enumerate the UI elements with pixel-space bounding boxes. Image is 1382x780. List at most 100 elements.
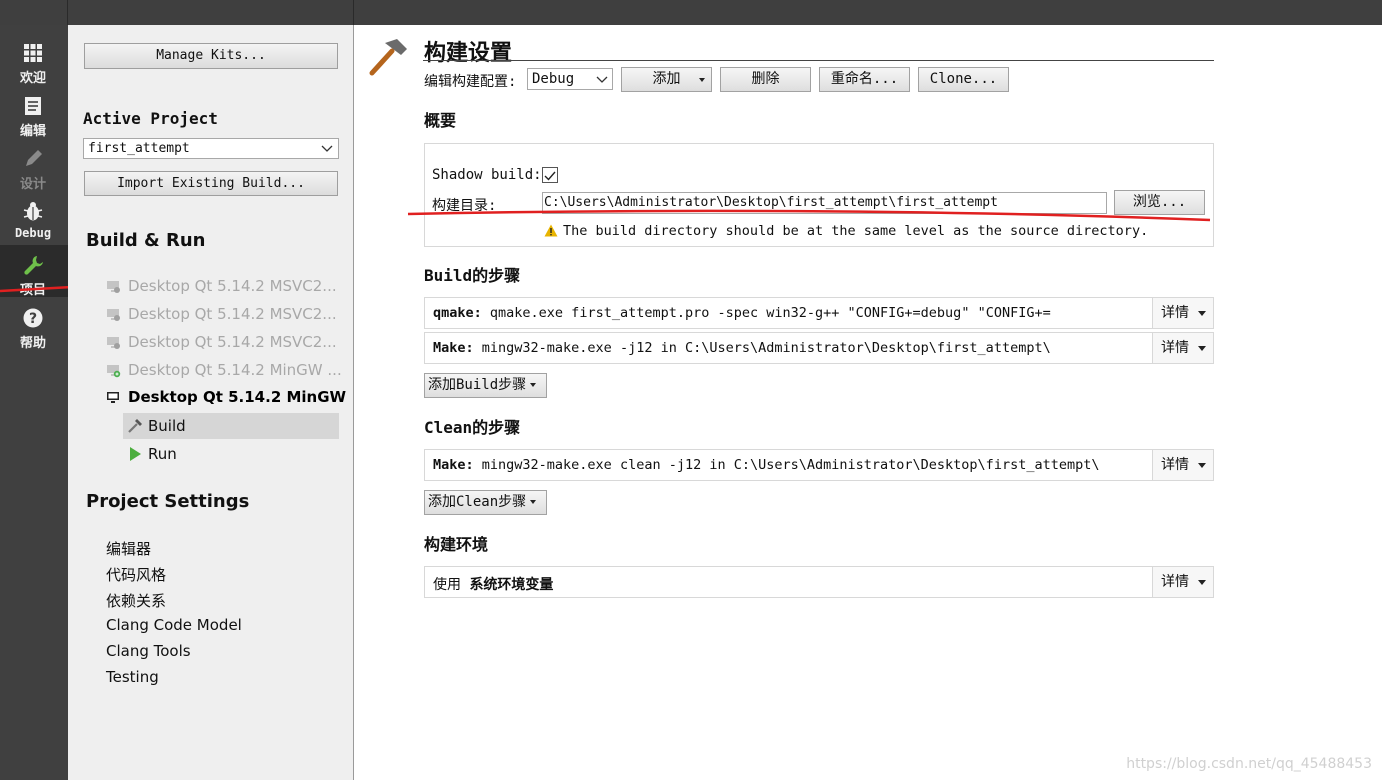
- build-env-heading: 构建环境: [424, 535, 489, 554]
- clone-config-button[interactable]: Clone...: [918, 67, 1009, 92]
- build-step-prefix: qmake:: [433, 305, 482, 321]
- active-project-select[interactable]: first_attempt: [83, 138, 339, 159]
- build-steps-heading: Build的步骤: [424, 266, 521, 285]
- active-project-label: Active Project: [83, 109, 218, 128]
- settings-item-code-style[interactable]: 代码风格: [106, 564, 166, 585]
- settings-item-testing[interactable]: Testing: [106, 668, 159, 686]
- build-step-row: Make: mingw32-make.exe -j12 in C:\Users\…: [424, 332, 1214, 364]
- kit-item[interactable]: Desktop Qt 5.14.2 MSVC2...: [106, 303, 346, 327]
- manage-kits-button[interactable]: Manage Kits...: [84, 43, 338, 69]
- monitor-disabled-icon: [107, 337, 120, 349]
- kit-item[interactable]: Desktop Qt 5.14.2 MSVC2...: [106, 275, 346, 299]
- kit-item[interactable]: Desktop Qt 5.14.2 MinGW ...: [106, 359, 346, 383]
- document-icon: [25, 97, 41, 115]
- mode-edit[interactable]: 编辑: [0, 86, 68, 139]
- details-button[interactable]: 详情: [1152, 567, 1213, 597]
- top-toolbar: [0, 0, 1382, 25]
- import-existing-build-button[interactable]: Import Existing Build...: [84, 171, 338, 196]
- mode-label: 设计: [19, 177, 46, 192]
- dropdown-arrow-icon: [1198, 346, 1206, 351]
- build-step-prefix: Make:: [433, 340, 474, 356]
- details-label: 详情: [1161, 574, 1189, 590]
- hammer-icon: [128, 419, 142, 433]
- details-label: 详情: [1161, 340, 1189, 356]
- settings-item-editor[interactable]: 编辑器: [106, 538, 151, 559]
- monitor-disabled-icon: [107, 309, 120, 321]
- details-label: 详情: [1161, 457, 1189, 473]
- details-label: 详情: [1161, 305, 1189, 321]
- dropdown-arrow-icon: [1198, 463, 1206, 468]
- mode-bar: 欢迎 编辑 设计 Debug 项目 ? 帮助: [0, 25, 68, 780]
- settings-item-clang-code-model[interactable]: Clang Code Model: [106, 616, 242, 634]
- grid-icon: [24, 44, 42, 62]
- overview-heading: 概要: [424, 111, 457, 130]
- clean-step-prefix: Make:: [433, 457, 474, 473]
- mode-label: 欢迎: [19, 71, 46, 86]
- kit-label: Desktop Qt 5.14.2 MSVC2...: [128, 277, 337, 295]
- build-env-summary: 使用 系统环境变量: [433, 574, 553, 594]
- mode-label: 编辑: [19, 124, 46, 139]
- monitor-icon: [107, 392, 119, 403]
- nav-run-label: Run: [148, 445, 177, 463]
- details-button[interactable]: 详情: [1152, 298, 1213, 328]
- monitor-disabled-icon: [107, 281, 120, 293]
- title-underline: [423, 60, 1214, 61]
- shadow-build-checkbox[interactable]: [542, 167, 558, 183]
- mode-design[interactable]: 设计: [0, 139, 68, 192]
- settings-item-clang-tools[interactable]: Clang Tools: [106, 642, 191, 660]
- build-step-text: qmake.exe first_attempt.pro -spec win32-…: [481, 305, 1051, 321]
- add-build-step-label: 添加Build步骤: [428, 377, 527, 393]
- details-button[interactable]: 详情: [1152, 450, 1213, 480]
- delete-config-button[interactable]: 删除: [720, 67, 811, 92]
- build-run-title: Build & Run: [86, 230, 206, 251]
- settings-item-dependencies[interactable]: 依赖关系: [106, 590, 166, 611]
- add-build-step-button[interactable]: 添加Build步骤: [424, 373, 547, 398]
- kit-item-active[interactable]: Desktop Qt 5.14.2 MinGW...: [106, 386, 346, 410]
- mode-label: Debug: [14, 226, 52, 240]
- dropdown-arrow-icon: [1198, 311, 1206, 316]
- add-clean-step-button[interactable]: 添加Clean步骤: [424, 490, 547, 515]
- mode-label: 帮助: [19, 336, 46, 351]
- build-step-summary: Make: mingw32-make.exe -j12 in C:\Users\…: [433, 340, 1051, 356]
- nav-build[interactable]: Build: [123, 413, 339, 439]
- mode-welcome[interactable]: 欢迎: [0, 33, 68, 86]
- edit-config-label: 编辑构建配置:: [424, 74, 517, 90]
- page-title: 构建设置: [424, 41, 513, 66]
- chevron-down-icon: [596, 76, 608, 83]
- project-settings-title: Project Settings: [86, 491, 250, 512]
- checkmark-icon: [544, 171, 556, 181]
- build-step-text: mingw32-make.exe -j12 in C:\Users\Admini…: [473, 340, 1051, 356]
- add-config-label: 添加: [652, 71, 681, 87]
- build-config-value: Debug: [532, 71, 575, 87]
- kit-item[interactable]: Desktop Qt 5.14.2 MSVC2...: [106, 331, 346, 355]
- details-button[interactable]: 详情: [1152, 333, 1213, 363]
- build-step-summary: qmake: qmake.exe first_attempt.pro -spec…: [433, 305, 1051, 321]
- build-settings-panel: 构建设置 编辑构建配置: Debug 添加 删除 重命名... Clone...…: [355, 25, 1382, 780]
- chevron-down-icon: [321, 145, 333, 152]
- clean-step-row: Make: mingw32-make.exe clean -j12 in C:\…: [424, 449, 1214, 481]
- hammer-large-icon: [369, 39, 407, 76]
- nav-build-label: Build: [148, 417, 186, 435]
- wrench-icon: [24, 256, 43, 275]
- mode-debug[interactable]: Debug: [0, 192, 68, 244]
- build-env-use: 使用: [433, 577, 461, 593]
- dropdown-arrow-icon: [530, 383, 537, 387]
- monitor-add-icon: [107, 365, 121, 378]
- build-config-select[interactable]: Debug: [527, 68, 613, 90]
- red-annotation-underline: [407, 209, 1211, 222]
- help-icon: ?: [23, 308, 43, 328]
- clean-step-summary: Make: mingw32-make.exe clean -j12 in C:\…: [433, 457, 1099, 473]
- kit-label: Desktop Qt 5.14.2 MSVC2...: [128, 305, 337, 323]
- play-icon: [130, 447, 141, 461]
- build-env-row: 使用 系统环境变量 详情: [424, 566, 1214, 598]
- add-config-button[interactable]: 添加: [621, 67, 712, 92]
- nav-run[interactable]: Run: [123, 441, 339, 467]
- pencil-icon: [26, 150, 42, 166]
- add-clean-step-label: 添加Clean步骤: [428, 494, 527, 510]
- kit-label: Desktop Qt 5.14.2 MinGW ...: [128, 361, 342, 379]
- bug-icon: [23, 202, 43, 221]
- top-segment-nav: [68, 0, 354, 25]
- rename-config-button[interactable]: 重命名...: [819, 67, 910, 92]
- mode-help[interactable]: ? 帮助: [0, 298, 68, 351]
- dropdown-arrow-icon: [530, 500, 537, 504]
